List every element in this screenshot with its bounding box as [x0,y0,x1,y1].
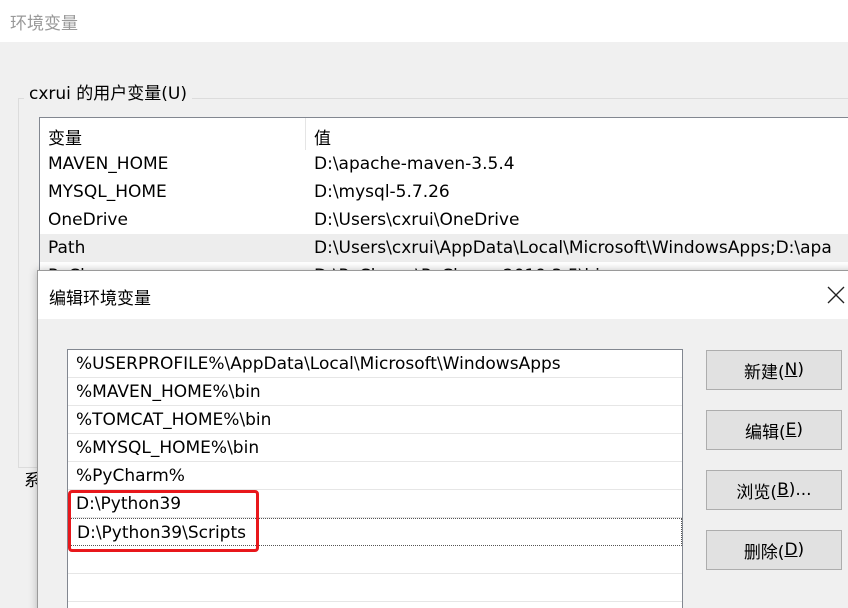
path-entry[interactable]: %PyCharm% [68,462,682,490]
user-var-row[interactable]: OneDrive D:\Users\cxrui\OneDrive [40,206,848,234]
path-entry-text: D:\Python39\Scripts [77,523,246,543]
user-var-name: MYSQL_HOME [48,182,167,202]
path-entry-empty[interactable] [68,546,682,574]
browse-button-accesskey: B [777,480,789,500]
user-var-row-selected[interactable]: Path D:\Users\cxrui\AppData\Local\Micros… [40,234,848,262]
path-entry-text: %TOMCAT_HOME%\bin [76,410,272,430]
user-var-value: D:\Users\cxrui\AppData\Local\Microsoft\W… [314,238,832,258]
new-button-label: 新建( [744,362,785,383]
path-entries-list[interactable]: %USERPROFILE%\AppData\Local\Microsoft\Wi… [67,349,683,608]
edit-button-accesskey: E [785,420,797,440]
edit-button-label: 编辑( [744,422,786,443]
column-header-name[interactable]: 变量 [48,124,82,149]
dialog-title: 编辑环境变量 [49,289,151,309]
path-entry[interactable]: %MAVEN_HOME%\bin [68,378,682,406]
path-entry[interactable]: %USERPROFILE%\AppData\Local\Microsoft\Wi… [68,350,682,378]
new-button-accesskey: N [784,360,798,380]
path-entry-text: D:\Python39 [76,494,182,514]
delete-button[interactable]: 删除(D) [706,530,842,570]
dialog-titlebar[interactable]: 编辑环境变量 [38,271,848,319]
user-var-row[interactable]: MAVEN_HOME D:\apache-maven-3.5.4 [40,150,848,178]
path-entry-text: %MYSQL_HOME%\bin [76,438,260,458]
path-entry[interactable]: %MYSQL_HOME%\bin [68,434,682,462]
new-button[interactable]: 新建(N) [706,350,842,390]
browse-button-suffix: )... [788,480,812,500]
path-entry-text: %PyCharm% [76,466,185,486]
env-window-title: 环境变量 [10,14,78,34]
path-entry[interactable]: %TOMCAT_HOME%\bin [68,406,682,434]
path-entry-empty[interactable] [68,574,682,602]
column-header-value[interactable]: 值 [314,124,331,149]
edit-button[interactable]: 编辑(E) [706,410,842,450]
browse-button[interactable]: 浏览(B)... [706,470,842,510]
user-vars-header: 变量 值 [40,118,848,150]
path-entry-text: %USERPROFILE%\AppData\Local\Microsoft\Wi… [76,354,561,374]
user-var-value: D:\apache-maven-3.5.4 [314,154,515,174]
user-var-name: Path [48,238,86,258]
user-var-name: MAVEN_HOME [48,154,169,174]
delete-button-label: 删除( [743,542,785,563]
browse-button-label: 浏览( [736,482,778,503]
delete-button-suffix: ) [797,540,805,560]
env-window-titlebar: 环境变量 [0,0,848,42]
path-entry-focused[interactable]: D:\Python39\Scripts [68,518,682,546]
user-var-name: OneDrive [48,210,128,230]
column-divider[interactable] [305,118,306,150]
edit-env-dialog: 编辑环境变量 %USERPROFILE%\AppData\Local\Micro… [37,270,848,608]
path-entry-text: %MAVEN_HOME%\bin [76,382,261,402]
delete-button-accesskey: D [784,540,798,560]
user-var-row[interactable]: MYSQL_HOME D:\mysql-5.7.26 [40,178,848,206]
user-var-value: D:\mysql-5.7.26 [314,182,450,202]
edit-button-suffix: ) [796,420,804,440]
user-vars-group-label: cxrui 的用户变量(U) [24,79,193,104]
close-icon[interactable] [824,283,848,307]
path-entry[interactable]: D:\Python39 [68,490,682,518]
new-button-suffix: ) [797,360,804,380]
user-var-value: D:\Users\cxrui\OneDrive [314,210,520,230]
